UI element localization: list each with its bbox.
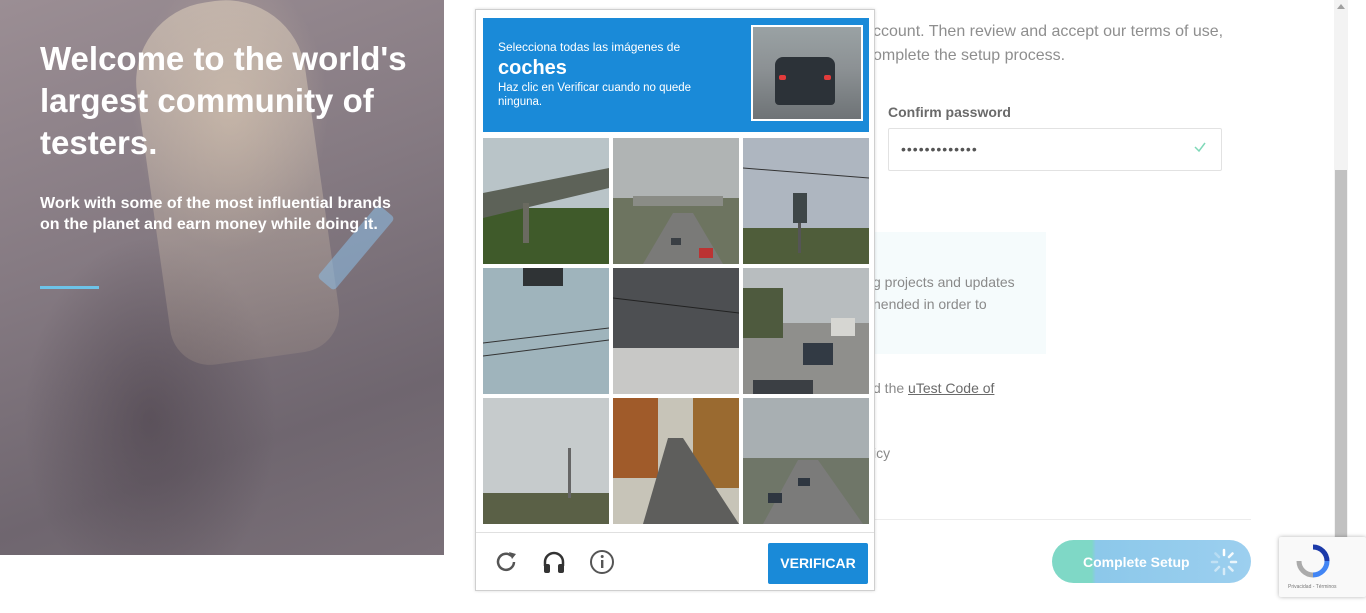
captcha-image-grid [483,138,871,526]
complete-setup-label: Complete Setup [1083,554,1190,570]
policy-fragment: icy [873,445,891,461]
form-divider [875,519,1251,520]
hero-panel: Welcome to the world's largest community… [0,0,444,555]
captcha-instruction-bottom: Haz clic en Verificar cuando no quede ni… [498,82,692,108]
intro-text-line-1: ccount. Then review and accept our terms… [873,23,1224,40]
info-icon[interactable] [589,549,615,575]
captcha-header: Selecciona todas las imágenes de coches … [483,18,869,132]
sample-taillight-left [779,75,786,80]
headphones-icon[interactable] [541,549,567,575]
captcha-tile-7[interactable] [483,398,609,524]
captcha-tile-2[interactable] [613,138,739,264]
info-box: g projects and updates nended in order t… [870,232,1046,354]
hero-headline: Welcome to the world's largest community… [40,40,407,161]
captcha-tile-8[interactable] [613,398,739,524]
code-of-conduct-text: d the uTest Code of [873,380,994,396]
spinner-icon [1209,547,1239,580]
info-line-2: nended in order to [873,296,987,312]
captcha-tile-9[interactable] [743,398,869,524]
captcha-tile-6[interactable] [743,268,869,394]
complete-setup-button[interactable]: Complete Setup [1052,540,1251,583]
verify-button[interactable]: VERIFICAR [768,543,868,584]
hero-subheadline: Work with some of the most influential b… [40,195,391,233]
captcha-target-word: coches [498,57,567,79]
confirm-password-label: Confirm password [888,104,1011,120]
captcha-challenge: Selecciona todas las imágenes de coches … [475,9,875,591]
captcha-tile-5[interactable] [613,268,739,394]
sample-car [775,57,835,105]
hero-accent-rule [40,286,99,289]
recaptcha-badge[interactable]: Privacidad - Términos [1279,537,1366,597]
sample-taillight-right [824,75,831,80]
captcha-tile-4[interactable] [483,268,609,394]
scroll-up-arrow-icon[interactable] [1337,4,1345,9]
page-scrollbar[interactable] [1334,0,1348,545]
info-line-1: g projects and updates [873,274,1015,290]
code-of-conduct-link[interactable]: uTest Code of [908,380,994,396]
recaptcha-logo-icon [1296,544,1330,578]
recaptcha-terms[interactable]: Privacidad - Términos [1288,584,1337,590]
reload-icon[interactable] [493,549,519,575]
captcha-tile-3[interactable] [743,138,869,264]
captcha-tile-1[interactable] [483,138,609,264]
confirm-password-value: ••••••••••••• [901,141,978,157]
scrollbar-thumb[interactable] [1335,170,1347,540]
captcha-footer: VERIFICAR [476,532,874,591]
code-prefix: d the [873,380,909,396]
check-icon [1193,140,1207,159]
confirm-password-field[interactable]: ••••••••••••• [888,128,1222,171]
captcha-instruction-top: Selecciona todas las imágenes de [498,40,681,54]
intro-text-line-2: omplete the setup process. [873,47,1066,64]
captcha-sample-image [751,25,863,121]
